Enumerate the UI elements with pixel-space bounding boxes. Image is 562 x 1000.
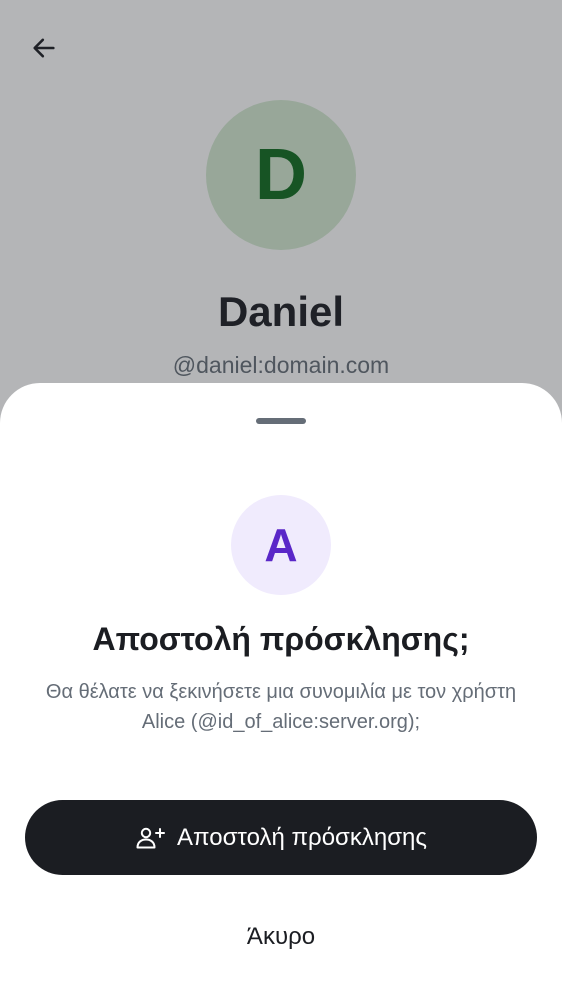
sheet-drag-handle[interactable] [256,418,306,424]
send-invite-button[interactable]: Αποστολή πρόσκλησης [25,800,537,875]
sheet-description: Θα θέλατε να ξεκινήσετε μια συνομιλία με… [45,681,517,733]
sheet-title: Αποστολή πρόσκλησης; [92,621,470,657]
user-add-icon [135,826,166,850]
send-invite-button-label: Αποστολή πρόσκλησης [177,823,427,851]
cancel-button[interactable]: Άκυρο [181,909,381,965]
invitee-avatar: A [231,495,331,595]
invite-bottom-sheet: A Αποστολή πρόσκλησης; Θα θέλατε να ξεκι… [0,383,562,1000]
